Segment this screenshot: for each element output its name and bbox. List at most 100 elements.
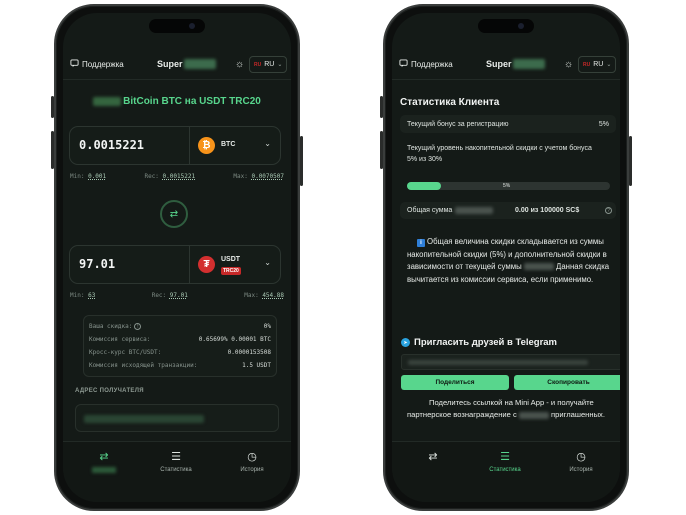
dynamic-island xyxy=(478,19,534,33)
bottom-nav: ⇄ ☰ Статистика ◷ История xyxy=(392,441,620,502)
support-link[interactable]: Поддержка xyxy=(70,58,124,70)
cumulative-progress-bar: 5% xyxy=(407,182,610,190)
nav-statistics[interactable]: ☰ Статистика xyxy=(468,450,542,473)
swap-icon: ⇄ xyxy=(428,451,438,463)
info-icon[interactable]: ! xyxy=(134,323,142,330)
nav-history[interactable]: ◷ История xyxy=(215,450,289,473)
chat-icon xyxy=(70,58,79,70)
clock-icon: ◷ xyxy=(247,451,257,463)
share-button[interactable]: Поделиться xyxy=(401,375,509,390)
referral-link-field[interactable] xyxy=(401,354,620,370)
progress-label: 5% xyxy=(503,183,511,189)
swap-direction-button[interactable]: ⇄ xyxy=(160,200,188,228)
registration-bonus-row: Текущий бонус за регистрацию 5% xyxy=(400,115,616,133)
redacted-label xyxy=(92,467,116,473)
nav-exchange[interactable]: ⇄ xyxy=(67,450,141,475)
swap-icon: ⇄ xyxy=(169,208,179,220)
redacted-text xyxy=(518,411,549,419)
bitcoin-icon: ₿ xyxy=(198,137,215,154)
brand-logo: Super xyxy=(486,59,545,69)
brand-logo: Super xyxy=(157,59,216,69)
progress-fill xyxy=(407,182,441,190)
redacted-text xyxy=(455,207,494,214)
chevron-down-icon[interactable]: ⌄ xyxy=(264,258,271,267)
cumulative-discount-block: Текущий уровень накопительной скидки с у… xyxy=(400,137,616,198)
redacted-address xyxy=(84,415,204,423)
send-limits: Min: 0.001 Rec: 0.0015221 Max: 0.0070507 xyxy=(70,173,284,180)
receive-min-value[interactable]: 63 xyxy=(88,292,95,299)
support-label: Поддержка xyxy=(411,59,453,69)
top-bar: Поддержка Super ☼ RU RU ⌄ xyxy=(63,53,291,75)
exchange-screen: Поддержка Super ☼ RU RU ⌄ BitCoin BTC на… xyxy=(63,13,291,502)
send-amount-box: 0.0015221 ₿ BTC ⌄ xyxy=(69,126,281,165)
chat-icon xyxy=(399,58,408,70)
send-min-value[interactable]: 0.001 xyxy=(88,173,106,180)
swap-icon: ⇄ xyxy=(99,451,109,463)
tx-fee-row: Комиссия исходящей транзакции: 1.5 USDT xyxy=(89,362,271,369)
dynamic-island xyxy=(149,19,205,33)
referral-note: Поделитесь ссылкой на Mini App - и получ… xyxy=(407,398,605,419)
list-icon: ☰ xyxy=(500,451,510,463)
chevron-down-icon[interactable]: ⌄ xyxy=(264,139,271,148)
phone-frame-right: Поддержка Super ☼ RU RU ⌄ Статистика Кли… xyxy=(380,4,632,511)
help-icon[interactable]: ? xyxy=(605,207,612,214)
chevron-down-icon: ⌄ xyxy=(606,62,612,68)
total-amount-value: 0.00 из 100000 SC$ xyxy=(515,207,580,214)
receive-rec-value[interactable]: 97.01 xyxy=(170,292,188,299)
discount-note: i Общая величина скидки складывается из с… xyxy=(407,237,610,284)
theme-toggle-sun-icon[interactable]: ☼ xyxy=(235,59,244,70)
redacted-text xyxy=(523,263,554,271)
redacted-brand xyxy=(183,59,216,69)
send-max-value[interactable]: 0.0070507 xyxy=(251,173,284,180)
pair-title: BitCoin BTC на USDT TRC20 xyxy=(63,96,291,107)
send-amount-input[interactable]: 0.0015221 xyxy=(79,138,144,152)
phone-frame-left: Поддержка Super ☼ RU RU ⌄ BitCoin BTC на… xyxy=(51,4,303,511)
copy-button[interactable]: Скопировать xyxy=(514,375,620,390)
send-currency-ticker[interactable]: BTC xyxy=(221,141,235,148)
network-badge: TRC20 xyxy=(221,267,241,275)
support-label: Поддержка xyxy=(82,59,124,69)
exchange-info-panel: Ваша скидка:! 0% Комиссия сервиса: 0.656… xyxy=(83,315,277,377)
recipient-address-label: АДРЕС ПОЛУЧАТЕЛЯ xyxy=(75,388,144,394)
support-link[interactable]: Поддержка xyxy=(399,58,453,70)
header-divider xyxy=(63,79,291,80)
top-bar: Поддержка Super ☼ RU RU ⌄ xyxy=(392,53,620,75)
receive-max-value[interactable]: 454.88 xyxy=(262,292,284,299)
tether-icon: ₮ xyxy=(198,256,215,273)
language-label: RU xyxy=(593,61,604,68)
registration-bonus-value: 5% xyxy=(598,120,609,128)
bottom-nav: ⇄ ☰ Статистика ◷ История xyxy=(63,441,291,502)
service-fee-row: Комиссия сервиса: 0.65699% 0.00001 BTC xyxy=(89,336,271,343)
discount-row: Ваша скидка:! 0% xyxy=(89,323,271,330)
flag-icon: RU xyxy=(254,61,262,68)
receive-limits: Min: 63 Rec: 97.01 Max: 454.88 xyxy=(70,292,284,299)
nav-statistics[interactable]: ☰ Статистика xyxy=(139,450,213,473)
language-label: RU xyxy=(264,61,275,68)
invite-title: ➤ Пригласить друзей в Telegram xyxy=(401,337,557,348)
receive-amount-input[interactable]: 97.01 xyxy=(79,257,115,271)
header-divider xyxy=(392,79,620,80)
recipient-address-input[interactable] xyxy=(75,404,279,432)
chevron-down-icon: ⌄ xyxy=(277,62,283,68)
stats-title: Статистика Клиента xyxy=(400,97,500,108)
redacted-brand xyxy=(512,59,545,69)
cumulative-progress-text: 5% из 30% xyxy=(407,156,443,163)
receive-currency-ticker[interactable]: USDT xyxy=(221,256,240,263)
cross-rate-row: Кросс-курс BTC/USDT: 0.0000153508 xyxy=(89,349,271,356)
total-amount-row: Общая сумма 0.00 из 100000 SC$ ? xyxy=(400,202,616,219)
flag-icon: RU xyxy=(583,61,591,68)
list-icon: ☰ xyxy=(171,451,181,463)
nav-history[interactable]: ◷ История xyxy=(544,450,618,473)
telegram-icon: ➤ xyxy=(401,338,410,347)
nav-exchange[interactable]: ⇄ xyxy=(396,450,470,467)
clock-icon: ◷ xyxy=(576,451,586,463)
info-icon: i xyxy=(417,239,425,247)
language-selector[interactable]: RU RU ⌄ xyxy=(249,56,288,73)
theme-toggle-sun-icon[interactable]: ☼ xyxy=(564,59,573,70)
redacted-text xyxy=(93,96,122,106)
language-selector[interactable]: RU RU ⌄ xyxy=(578,56,617,73)
send-rec-value[interactable]: 0.0015221 xyxy=(163,173,196,180)
receive-amount-box: 97.01 ₮ USDT TRC20 ⌄ xyxy=(69,245,281,284)
statistics-screen: Поддержка Super ☼ RU RU ⌄ Статистика Кли… xyxy=(392,13,620,502)
redacted-link xyxy=(408,360,588,365)
